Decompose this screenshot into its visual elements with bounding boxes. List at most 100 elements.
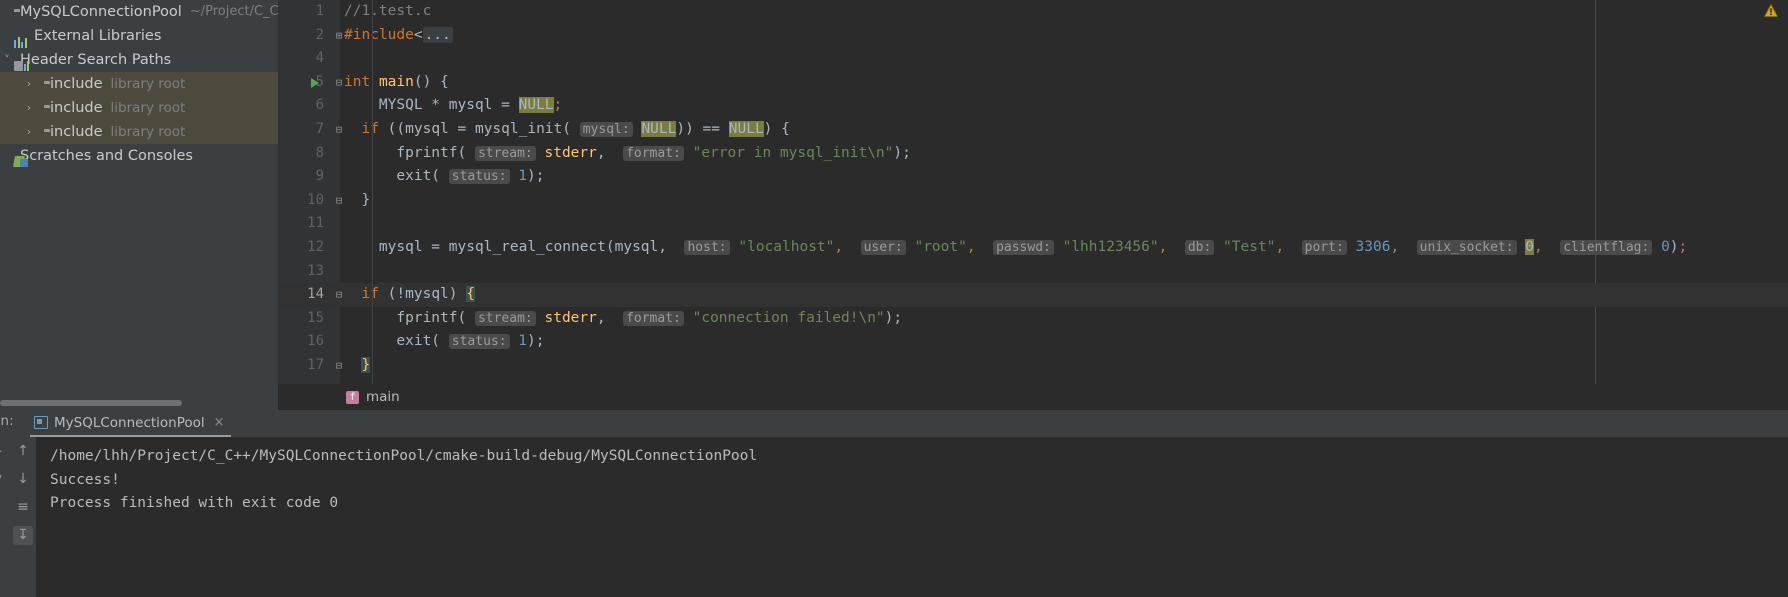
- line-number: 11: [307, 215, 324, 232]
- line-number: 2: [315, 26, 324, 43]
- tree-node-sublabel: library root: [110, 76, 186, 92]
- scroll-to-end-button[interactable]: ↧: [13, 526, 33, 545]
- param-hint-clientflag: clientflag:: [1560, 239, 1653, 255]
- tree-node-label: Header Search Paths: [20, 52, 172, 68]
- param-hint-host: host:: [684, 239, 730, 255]
- line-number: 4: [315, 50, 324, 67]
- code-line-10[interactable]: 10 ⊟ }: [278, 189, 1788, 213]
- tree-node-label: include: [50, 100, 103, 116]
- indent-guide: [372, 0, 373, 410]
- param-hint-user: user:: [860, 239, 906, 255]
- param-hint-status: status:: [448, 334, 510, 350]
- param-hint-status: status:: [448, 169, 510, 185]
- param-hint-unix-socket: unix_socket:: [1416, 239, 1517, 255]
- tree-node-label: Scratches and Consoles: [20, 148, 193, 164]
- scroll-up-button[interactable]: ↑: [13, 442, 33, 461]
- line-number: 6: [315, 97, 324, 114]
- sidebar-horizontal-scrollbar[interactable]: [0, 400, 182, 406]
- line-number: 8: [315, 144, 324, 161]
- tree-node-sublabel: library root: [110, 124, 186, 140]
- console-line-success: Success!: [50, 471, 120, 488]
- code-line-6[interactable]: 6 MYSQL * mysql = NULL;: [278, 94, 1788, 118]
- line-content: int main() {: [344, 73, 449, 90]
- code-line-16[interactable]: 16 exit( status: 1);: [278, 330, 1788, 354]
- code-line-5[interactable]: 5 ⊟ int main() {: [278, 71, 1788, 95]
- tree-node-scratches-and-consoles[interactable]: › Scratches and Consoles: [0, 144, 278, 168]
- code-lines-container[interactable]: 1 //1.test.c 2 ⊞ #include<... 4 5 ⊟ int …: [278, 0, 1788, 410]
- line-number: 15: [307, 309, 324, 326]
- tree-node-external-libraries[interactable]: › External Libraries: [0, 24, 278, 48]
- code-line-17[interactable]: 17 ⊟ }: [278, 354, 1788, 378]
- run-tab-bar[interactable]: un: MySQLConnectionPool ×: [0, 410, 1788, 437]
- run-tool-window[interactable]: un: MySQLConnectionPool × ▸ ▾ ↑ ↓ ≡ ↧ /h…: [0, 410, 1788, 597]
- run-configuration-icon: [34, 416, 48, 429]
- line-content: if ((mysql = mysql_init( mysql: NULL)) =…: [361, 120, 790, 137]
- line-number: 12: [307, 238, 324, 255]
- console-output[interactable]: /home/lhh/Project/C_C++/MySQLConnectionP…: [36, 437, 1788, 597]
- breadcrumb[interactable]: f main: [278, 384, 1788, 410]
- line-content: #include<...: [344, 26, 453, 43]
- line-number: 14: [307, 286, 324, 303]
- project-tool-window[interactable]: › MySQLConnectionPool ~/Project/C_C++/M …: [0, 0, 278, 410]
- code-editor[interactable]: 1 //1.test.c 2 ⊞ #include<... 4 5 ⊟ int …: [278, 0, 1788, 410]
- tree-node-label: External Libraries: [34, 28, 162, 44]
- tree-node-header-search-paths[interactable]: ˅ Header Search Paths: [0, 48, 278, 72]
- function-badge-icon: f: [346, 390, 359, 404]
- scroll-down-button[interactable]: ↓: [13, 470, 33, 489]
- breadcrumb-label[interactable]: main: [366, 389, 400, 405]
- code-line-4[interactable]: 4: [278, 47, 1788, 71]
- tree-node-include-2[interactable]: › include library root: [0, 96, 278, 120]
- project-path-text: ~/Project/C_C++/M: [189, 4, 278, 19]
- line-content: if (!mysql) {: [361, 286, 475, 303]
- code-line-8[interactable]: 8 fprintf( stream: stderr, format: "erro…: [278, 142, 1788, 166]
- tree-node-project[interactable]: › MySQLConnectionPool ~/Project/C_C++/M: [0, 0, 278, 24]
- line-number: 9: [315, 168, 324, 185]
- line-content: }: [361, 356, 371, 373]
- line-content: exit( status: 1);: [344, 168, 545, 185]
- chevron-down-icon[interactable]: ˅: [0, 48, 14, 72]
- code-line-12[interactable]: 12 mysql = mysql_real_connect(mysql, hos…: [278, 236, 1788, 260]
- code-line-14[interactable]: 14 ⊟ if (!mysql) {: [278, 283, 1788, 307]
- chevron-right-icon[interactable]: ›: [22, 96, 36, 120]
- console-line-exit: Process finished with exit code 0: [50, 495, 339, 512]
- tree-node-include-3[interactable]: › include library root: [0, 120, 278, 144]
- code-line-7[interactable]: 7 ⊟ if ((mysql = mysql_init( mysql: NULL…: [278, 118, 1788, 142]
- tree-node-label: include: [50, 124, 103, 140]
- line-content: }: [344, 191, 371, 208]
- param-hint-stream: stream:: [474, 145, 536, 161]
- line-content: [340, 260, 353, 284]
- run-tab-mysqlconnectionpool[interactable]: MySQLConnectionPool ×: [30, 410, 231, 437]
- run-tab-title: MySQLConnectionPool: [54, 414, 205, 431]
- run-tool-window-label: un:: [0, 413, 14, 429]
- param-hint-format: format:: [623, 145, 684, 161]
- run-gutter-icon[interactable]: [311, 77, 319, 88]
- code-line-13[interactable]: 13: [278, 260, 1788, 284]
- param-hint-port: port:: [1301, 239, 1347, 255]
- line-content: exit( status: 1);: [344, 333, 545, 350]
- line-content: [340, 212, 353, 236]
- param-hint-mysql: mysql:: [579, 121, 633, 137]
- code-line-9[interactable]: 9 exit( status: 1);: [278, 165, 1788, 189]
- stop-button[interactable]: ▾: [0, 471, 2, 484]
- param-hint-format: format:: [623, 310, 684, 326]
- line-content: MYSQL * mysql = NULL;: [344, 97, 563, 114]
- tree-node-label: MySQLConnectionPool: [20, 4, 182, 20]
- code-line-15[interactable]: 15 fprintf( stream: stderr, format: "con…: [278, 307, 1788, 331]
- param-hint-db: db:: [1184, 239, 1215, 255]
- line-number: 7: [315, 120, 324, 137]
- console-toolbar[interactable]: ↑ ↓ ≡ ↧: [10, 440, 36, 589]
- run-left-rail[interactable]: ▸ ▾: [0, 440, 6, 591]
- line-content: fprintf( stream: stderr, format: "connec…: [344, 309, 903, 326]
- code-line-2[interactable]: 2 ⊞ #include<...: [278, 24, 1788, 48]
- external-libraries-icon: [14, 24, 28, 48]
- chevron-right-icon[interactable]: ›: [22, 72, 36, 96]
- soft-wrap-button[interactable]: ≡: [13, 498, 33, 517]
- close-icon[interactable]: ×: [214, 415, 225, 430]
- line-number: 16: [307, 333, 324, 350]
- code-line-1[interactable]: 1 //1.test.c: [278, 0, 1788, 24]
- code-line-11[interactable]: 11: [278, 212, 1788, 236]
- rerun-button[interactable]: ▸: [0, 444, 2, 457]
- line-content: fprintf( stream: stderr, format: "error …: [344, 144, 911, 161]
- tree-node-include-1[interactable]: › include library root: [0, 72, 278, 96]
- chevron-right-icon[interactable]: ›: [22, 120, 36, 144]
